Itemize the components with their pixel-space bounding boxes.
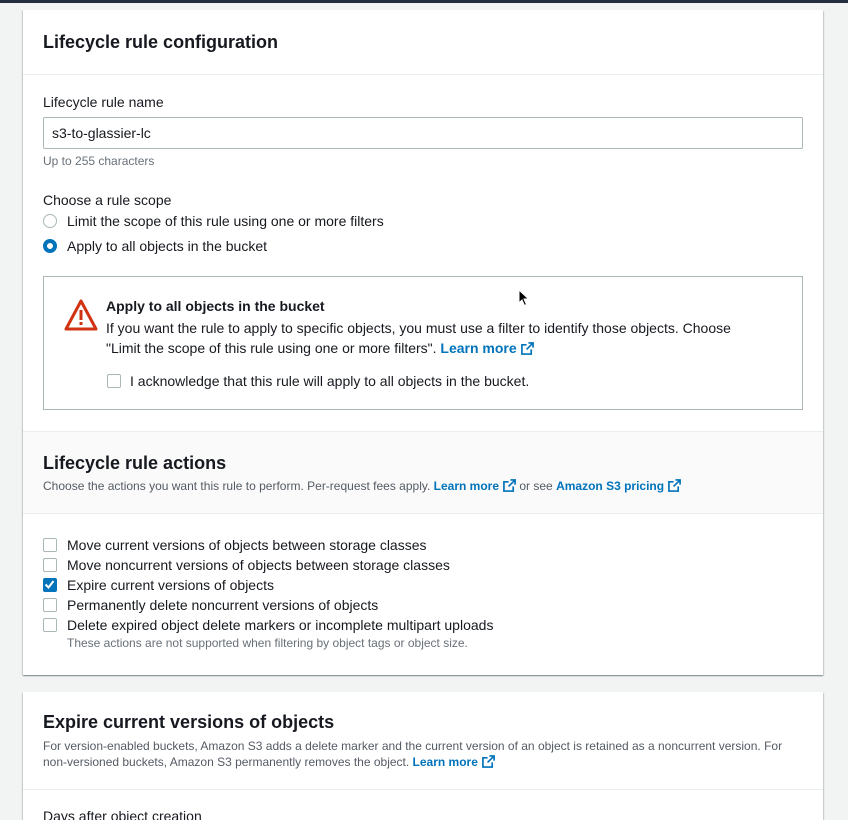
action-label-move-current[interactable]: Move current versions of objects between… [67, 537, 427, 553]
external-link-icon [668, 479, 682, 492]
external-link-icon [520, 342, 534, 355]
warning-icon [64, 299, 98, 331]
top-nav-bar [0, 0, 848, 3]
actions-desc: Choose the actions you want this rule to… [43, 479, 682, 493]
action-checkbox-move-noncurrent[interactable] [43, 558, 57, 572]
expire-desc: For version-enabled buckets, Amazon S3 a… [43, 739, 783, 769]
action-checkbox-move-current[interactable] [43, 538, 57, 552]
lifecycle-config-panel: Lifecycle rule configuration Lifecycle r… [23, 10, 823, 675]
actions-learn-more-link[interactable]: Learn more [434, 479, 499, 493]
config-title: Lifecycle rule configuration [43, 32, 279, 52]
divider [23, 789, 823, 790]
scope-radio-filter[interactable] [43, 214, 57, 228]
alert-learn-more-link[interactable]: Learn more [440, 340, 516, 356]
rule-name-input[interactable]: s3-to-glassier-lc [43, 117, 803, 149]
expire-learn-more-link[interactable]: Learn more [413, 755, 478, 769]
external-link-icon [503, 479, 516, 492]
scope-option-filter[interactable]: Limit the scope of this rule using one o… [67, 213, 384, 229]
action-checkbox-delete-markers[interactable] [43, 618, 57, 632]
action-label-delete-noncurrent[interactable]: Permanently delete noncurrent versions o… [67, 597, 378, 613]
rule-name-label: Lifecycle rule name [43, 94, 164, 110]
scope-radio-all[interactable] [43, 239, 57, 253]
scope-label: Choose a rule scope [43, 192, 172, 208]
alert-text: If you want the rule to apply to specifi… [106, 320, 731, 356]
checkmark-icon [44, 580, 55, 590]
alert-title: Apply to all objects in the bucket [106, 298, 325, 314]
divider [23, 74, 823, 75]
mouse-cursor-icon [518, 289, 530, 307]
actions-note: These actions are not supported when fil… [67, 636, 468, 650]
actions-header: Lifecycle rule actions Choose the action… [23, 431, 823, 514]
expire-current-panel: Expire current versions of objects For v… [23, 692, 823, 820]
warning-alert: Apply to all objects in the bucket If yo… [43, 276, 803, 410]
acknowledge-checkbox[interactable] [107, 374, 121, 388]
action-checkbox-expire-current[interactable] [43, 578, 57, 592]
action-label-move-noncurrent[interactable]: Move noncurrent versions of objects betw… [67, 557, 450, 573]
external-link-icon [481, 755, 495, 768]
rule-name-hint: Up to 255 characters [43, 154, 155, 168]
s3-pricing-link[interactable]: Amazon S3 pricing [556, 479, 664, 493]
action-label-expire-current[interactable]: Expire current versions of objects [67, 577, 274, 593]
action-label-delete-markers[interactable]: Delete expired object delete markers or … [67, 617, 493, 633]
action-checkbox-delete-noncurrent[interactable] [43, 598, 57, 612]
expire-title: Expire current versions of objects [43, 712, 335, 732]
days-label: Days after object creation [43, 808, 202, 820]
actions-title: Lifecycle rule actions [43, 453, 227, 473]
scope-option-all[interactable]: Apply to all objects in the bucket [67, 238, 267, 254]
acknowledge-label[interactable]: I acknowledge that this rule will apply … [130, 373, 529, 389]
